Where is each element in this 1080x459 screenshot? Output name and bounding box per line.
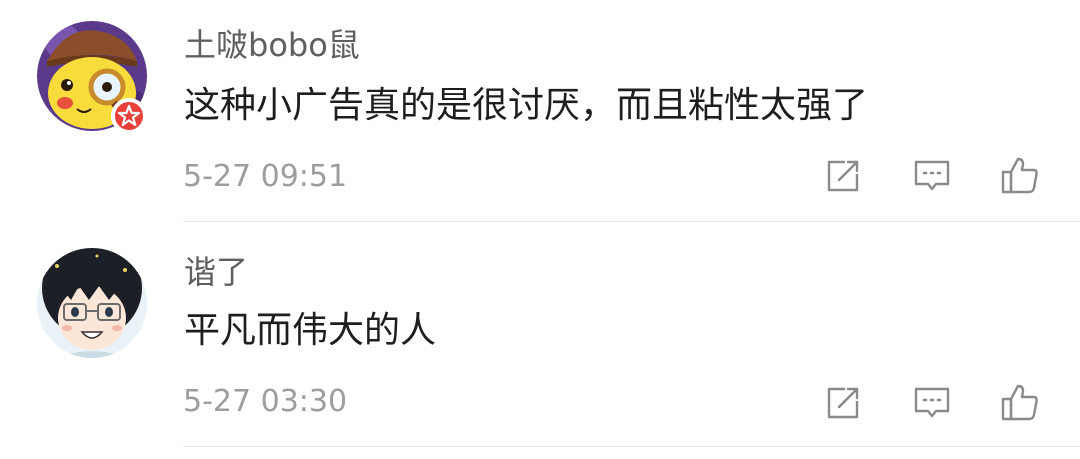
username[interactable]: 土啵bobo鼠 — [184, 25, 360, 65]
reply-icon — [914, 160, 950, 191]
comment-text: 这种小广告真的是很讨厌，而且粘性太强了 — [184, 85, 869, 126]
comment-text: 平凡而伟大的人 — [184, 310, 437, 351]
username[interactable]: 谐了 — [184, 252, 248, 292]
divider — [183, 446, 1080, 447]
reply-button[interactable] — [910, 154, 954, 198]
avatar[interactable] — [37, 248, 147, 358]
like-button[interactable] — [997, 154, 1041, 198]
repost-button[interactable] — [821, 381, 865, 425]
like-icon — [1001, 157, 1038, 194]
like-button[interactable] — [997, 381, 1041, 425]
verified-star-badge — [111, 98, 147, 134]
timestamp: 5-27 09:51 — [183, 159, 348, 194]
repost-button[interactable] — [821, 154, 865, 198]
reply-button[interactable] — [910, 381, 954, 425]
like-icon — [1001, 384, 1038, 421]
anime-boy-glasses-avatar — [37, 248, 147, 358]
comment-list: 土啵bobo鼠 这种小广告真的是很讨厌，而且粘性太强了 5-27 09:51 谐… — [0, 0, 1080, 459]
comment-item: 土啵bobo鼠 这种小广告真的是很讨厌，而且粘性太强了 5-27 09:51 — [0, 0, 1080, 224]
timestamp: 5-27 03:30 — [183, 384, 348, 419]
repost-icon — [827, 387, 859, 419]
divider — [183, 221, 1080, 222]
reply-icon — [914, 387, 950, 418]
repost-icon — [827, 160, 859, 192]
comment-item: 谐了 平凡而伟大的人 5-27 03:30 — [0, 224, 1080, 459]
